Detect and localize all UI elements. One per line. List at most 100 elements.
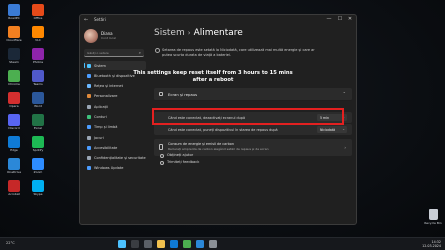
get-help-label: Obțineți ajutor (167, 153, 194, 157)
desktop-icon[interactable]: Cloudflare (3, 26, 25, 43)
info-icon (155, 48, 160, 53)
nav-icon (87, 156, 91, 161)
screen-off-row: Când este conectat, dezactivați ecranul … (154, 112, 352, 123)
minimize-button[interactable]: — (324, 16, 334, 22)
desktop-icon[interactable]: Steam (3, 48, 25, 65)
tray-date: 12.03.2024 (422, 244, 441, 248)
app-icon (32, 26, 44, 38)
nav-icon (87, 145, 91, 150)
app-icon (32, 136, 44, 148)
chrome-icon[interactable] (183, 240, 191, 248)
app-icon (8, 92, 20, 104)
desktop-icon[interactable]: Acrobat (3, 180, 25, 197)
app-icon (8, 158, 20, 170)
desktop-icon[interactable]: OneDrive (3, 158, 25, 175)
start-icon[interactable] (118, 240, 126, 248)
sidebar-item[interactable]: Personalizare (84, 92, 146, 101)
desktop-icon-label: Steam (9, 61, 19, 64)
sleep-row: Când este conectat, puneți dispozitivul … (154, 124, 352, 135)
desktop-icon[interactable]: Discord (3, 114, 25, 131)
nav-icon (87, 114, 91, 119)
store-icon[interactable] (196, 240, 204, 248)
recycle-bin-icon[interactable]: Recycle Bin (423, 209, 443, 225)
desktop-icon[interactable]: Photos (27, 48, 49, 65)
chevron-up-icon: ⌃ (342, 91, 346, 96)
help-icon (160, 153, 164, 158)
sidebar-item-label: Rețea și internet (94, 84, 123, 89)
desktop-icon[interactable]: Word (27, 92, 49, 109)
sidebar-item-label: Aplicații (94, 104, 108, 109)
sidebar-item[interactable]: Accesibilitate (84, 143, 146, 152)
desktop-icon-label: Excel (34, 127, 42, 130)
desktop-icon[interactable]: RoadPC (3, 4, 25, 21)
task-view-icon[interactable] (144, 240, 152, 248)
search-icon[interactable] (131, 240, 139, 248)
desktop-icon[interactable]: Skype (27, 180, 49, 197)
sidebar-item-label: Jocuri (94, 135, 104, 140)
settings-icon[interactable] (209, 240, 217, 248)
app-icon (32, 180, 44, 192)
edge-icon[interactable] (170, 240, 178, 248)
screen-off-dropdown[interactable]: 5 min ⌄ (317, 114, 347, 121)
sidebar-item[interactable]: Sistem (84, 61, 146, 70)
get-help-link[interactable]: Obțineți ajutor (160, 153, 199, 159)
sidebar-item[interactable]: Confidențialitate și securitate (84, 154, 146, 163)
sidebar: Diana Cont local Găsiți o setare ⌕ Siste… (80, 25, 148, 224)
sleep-dropdown[interactable]: Niciodată ⌄ (317, 126, 347, 133)
feedback-label: Trimiteți feedback (167, 160, 200, 164)
sidebar-item-label: Timp și limbă (94, 125, 118, 130)
leaf-icon (159, 144, 163, 150)
desktop-icon[interactable]: Chrome (3, 70, 25, 87)
back-arrow-icon[interactable]: ← (84, 17, 88, 23)
desktop-icon[interactable]: Opera (3, 92, 25, 109)
sidebar-item-label: Windows Update (94, 166, 124, 171)
sidebar-item[interactable]: Jocuri (84, 133, 146, 142)
sleep-label: Când este conectat, puneți dispozitivul … (168, 127, 278, 132)
settings-window: ← Setări — ☐ ✕ Diana Cont local Găsiți o… (79, 14, 357, 225)
sidebar-item-label: Confidențialitate și securitate (94, 156, 146, 161)
sidebar-item[interactable]: Conturi (84, 112, 146, 121)
desktop-icon[interactable]: Excel (27, 114, 49, 131)
app-icon (32, 70, 44, 82)
explorer-icon[interactable] (157, 240, 165, 248)
app-title: Setări (94, 17, 106, 22)
desktop-icon[interactable]: Spotify (27, 136, 49, 153)
desktop-icon[interactable]: Office (27, 4, 49, 21)
desktop-icon-label: Zoom (33, 171, 43, 174)
sidebar-item-label: Conturi (94, 114, 107, 119)
taskbar: 22°C 14:32 12.03.2024 (0, 237, 445, 250)
system-tray-clock[interactable]: 14:32 12.03.2024 (422, 240, 441, 248)
app-icon (8, 114, 20, 126)
app-icon (8, 4, 20, 16)
profile-account-type: Cont local (101, 36, 116, 40)
taskbar-apps (118, 240, 217, 249)
sidebar-item[interactable]: Timp și limbă (84, 123, 146, 132)
desktop-icon[interactable]: Edge (3, 136, 25, 153)
help-links: Obțineți ajutor Trimiteți feedback (160, 153, 199, 167)
sleep-value: Niciodată (320, 127, 336, 132)
desktop-icon-label: Chrome (8, 83, 20, 86)
desktop-icon[interactable]: VLC (27, 26, 49, 43)
annotation-line-2: after a reboot (192, 77, 234, 83)
sidebar-item-label: Accesibilitate (94, 145, 118, 150)
app-icon (8, 180, 20, 192)
maximize-button[interactable]: ☐ (335, 16, 345, 22)
chevron-right-icon: › (344, 145, 346, 150)
desktop-icon[interactable]: Teams (27, 70, 49, 87)
user-profile[interactable]: Diana Cont local (84, 29, 148, 47)
breadcrumb-parent[interactable]: Sistem (154, 28, 185, 38)
title-bar: ← Setări — ☐ ✕ (80, 15, 356, 25)
weather-widget[interactable]: 22°C (6, 241, 15, 245)
sidebar-item[interactable]: Aplicații (84, 102, 146, 111)
screen-sleep-header[interactable]: Ecran și repaus ⌃ (154, 88, 352, 101)
close-button[interactable]: ✕ (345, 16, 355, 22)
feedback-link[interactable]: Trimiteți feedback (160, 160, 199, 166)
nav-icon (87, 125, 91, 130)
desktop-icon-label: RoadPC (8, 17, 20, 20)
search-input[interactable]: Găsiți o setare ⌕ (84, 49, 144, 57)
energy-subtitle: Reduceți amprenta de carbon alegând setă… (168, 147, 269, 151)
desktop-icon[interactable]: Zoom (27, 158, 49, 175)
sidebar-item[interactable]: Windows Update (84, 164, 146, 173)
desktop-icon-label: Spotify (32, 149, 44, 152)
nav-icon (87, 73, 91, 78)
